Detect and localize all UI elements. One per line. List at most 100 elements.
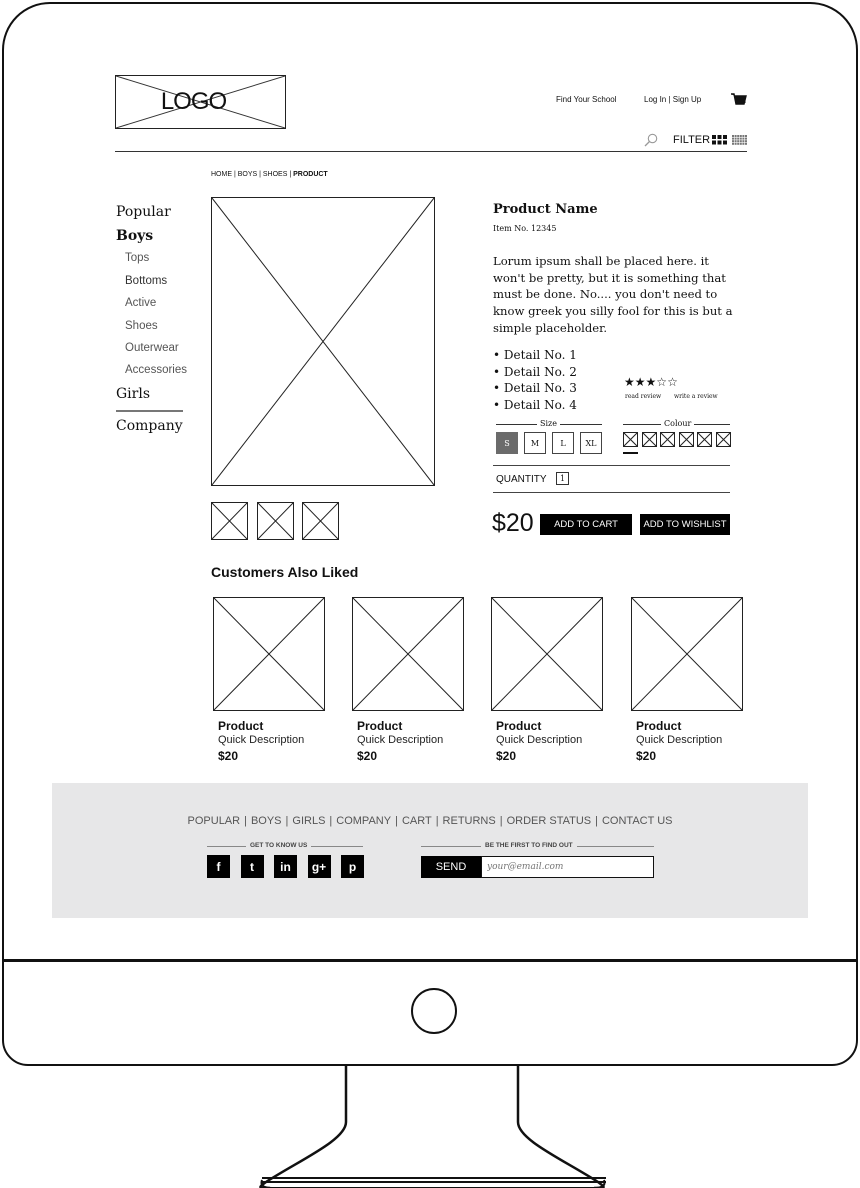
product-name: Product Name xyxy=(493,202,598,217)
product-description: Lorum ipsum shall be placed here. it won… xyxy=(493,254,733,335)
size-option-m[interactable]: M xyxy=(524,432,546,454)
size-option-l[interactable]: L xyxy=(552,432,574,454)
footer-link-separator: | xyxy=(435,815,439,827)
filter-button[interactable]: FILTER xyxy=(673,134,710,146)
breadcrumb-current: PRODUCT xyxy=(293,171,328,178)
add-to-cart-button[interactable]: ADD TO CART xyxy=(540,514,632,535)
sidebar-subitem-tops[interactable]: Tops xyxy=(125,252,149,264)
product-card-description: Quick Description xyxy=(636,734,723,746)
footer-link-girls[interactable]: GIRLS xyxy=(292,815,325,827)
email-input[interactable] xyxy=(481,856,654,878)
product-main-image xyxy=(211,197,435,486)
get-to-know-label: GET TO KNOW US xyxy=(246,842,312,849)
newsletter-label: BE THE FIRST TO FIND OUT xyxy=(481,842,577,849)
colour-swatch[interactable] xyxy=(697,432,712,447)
footer-link-company[interactable]: COMPANY xyxy=(336,815,391,827)
sidebar-item-popular[interactable]: Popular xyxy=(116,204,171,220)
linkedin-icon[interactable]: in xyxy=(274,855,297,878)
sidebar-subitem-shoes[interactable]: Shoes xyxy=(125,320,158,332)
footer-link-popular[interactable]: POPULAR xyxy=(188,815,241,827)
star-empty-icon: ☆ xyxy=(667,375,678,389)
product-details-list: • Detail No. 1 • Detail No. 2 • Detail N… xyxy=(493,347,577,414)
product-card-image[interactable] xyxy=(213,597,325,711)
sidebar-item-company[interactable]: Company xyxy=(116,418,183,434)
customers-also-liked-heading: Customers Also Liked xyxy=(211,564,359,580)
footer-link-separator: | xyxy=(329,815,333,827)
quantity-input[interactable]: 1 xyxy=(556,472,569,485)
footer-link-separator: | xyxy=(395,815,398,827)
footer-link-separator: | xyxy=(595,815,598,827)
footer-nav: POPULAR | BOYS | GIRLS | COMPANY | CART | RETURNS |… xyxy=(52,815,808,827)
find-your-school-link[interactable]: Find Your School xyxy=(556,95,617,104)
sidebar-subitem-accessories[interactable]: Accessories xyxy=(125,364,187,376)
product-card-price: $20 xyxy=(636,749,657,763)
product-card-title[interactable]: Product xyxy=(636,719,681,733)
logo-text: LOGO xyxy=(160,88,227,115)
read-review-link[interactable]: read review xyxy=(625,393,661,400)
product-thumbnail[interactable] xyxy=(257,502,294,540)
sidebar-divider xyxy=(116,410,183,412)
logo-placeholder[interactable]: LOGO xyxy=(115,75,286,129)
product-thumbnail[interactable] xyxy=(211,502,248,540)
footer-link-returns[interactable]: RETURNS xyxy=(443,815,496,827)
product-price: $20 xyxy=(492,509,534,537)
login-signup-link[interactable]: Log In | Sign Up xyxy=(644,95,701,104)
grid-view-large-icon[interactable] xyxy=(712,135,727,145)
star-empty-icon: ☆ xyxy=(656,375,668,389)
google-plus-icon[interactable]: g+ xyxy=(307,855,331,878)
star-filled-icon: ★ xyxy=(624,375,635,389)
sidebar-item-boys[interactable]: Boys xyxy=(116,228,153,244)
monitor-stand xyxy=(259,1065,606,1188)
footer-link-contact-us[interactable]: CONTACT US xyxy=(602,815,673,827)
colour-swatch[interactable] xyxy=(678,432,694,447)
colour-swatch[interactable] xyxy=(715,432,731,447)
product-card-image[interactable] xyxy=(352,597,464,711)
star-filled-icon: ★ xyxy=(645,375,657,389)
star-rating: ★★★☆☆ xyxy=(624,376,678,388)
sidebar-subitem-outerwear[interactable]: Outerwear xyxy=(125,342,179,354)
product-card-description: Quick Description xyxy=(357,734,444,746)
breadcrumb-path[interactable]: HOME | BOYS | SHOES | xyxy=(211,171,293,178)
quantity-label: QUANTITY xyxy=(496,474,547,485)
pinterest-icon[interactable]: p xyxy=(341,855,364,878)
facebook-icon[interactable]: f xyxy=(207,855,230,878)
product-card-title[interactable]: Product xyxy=(218,719,263,733)
colour-swatch[interactable] xyxy=(660,432,675,447)
product-card-image[interactable] xyxy=(491,597,603,711)
size-option-s[interactable]: S xyxy=(496,432,518,454)
sidebar-item-girls[interactable]: Girls xyxy=(116,386,150,402)
size-option-xl[interactable]: XL xyxy=(580,432,602,454)
product-card-description: Quick Description xyxy=(496,734,583,746)
footer-link-cart[interactable]: CART xyxy=(402,815,432,827)
send-button[interactable]: SEND xyxy=(421,856,481,878)
grid-view-small-icon[interactable] xyxy=(732,135,747,145)
twitter-icon[interactable]: t xyxy=(240,855,264,878)
sidebar-subitem-bottoms[interactable]: Bottoms xyxy=(125,275,167,287)
product-card-price: $20 xyxy=(218,749,239,763)
product-card-image[interactable] xyxy=(631,597,743,711)
cart-icon[interactable] xyxy=(731,93,747,106)
footer-link-order-status[interactable]: ORDER STATUS xyxy=(507,815,592,827)
colour-swatch[interactable] xyxy=(623,432,638,447)
size-label: Size xyxy=(537,419,560,428)
footer-link-separator: | xyxy=(244,815,247,827)
product-detail: • Detail No. 3 xyxy=(493,381,577,396)
footer: POPULAR | BOYS | GIRLS | COMPANY | CART | RETURNS |… xyxy=(52,783,808,918)
write-review-link[interactable]: write a review xyxy=(674,393,718,400)
search-icon[interactable] xyxy=(644,133,658,147)
product-detail: • Detail No. 2 xyxy=(493,364,577,379)
footer-link-boys[interactable]: BOYS xyxy=(251,815,282,827)
colour-swatch[interactable] xyxy=(641,432,657,447)
product-detail: • Detail No. 1 xyxy=(493,348,577,362)
sidebar-subitem-active[interactable]: Active xyxy=(125,297,156,309)
product-card-title[interactable]: Product xyxy=(496,719,541,733)
product-card-title[interactable]: Product xyxy=(357,719,402,733)
add-to-wishlist-button[interactable]: ADD TO WISHLIST xyxy=(640,514,730,535)
colour-label: Colour xyxy=(661,419,695,428)
header-divider xyxy=(115,151,747,152)
product-thumbnail[interactable] xyxy=(302,502,339,540)
product-card-price: $20 xyxy=(496,749,517,763)
footer-link-separator: | xyxy=(499,815,503,827)
product-item-number: Item No. 12345 xyxy=(493,224,557,233)
star-filled-icon: ★ xyxy=(634,375,646,389)
